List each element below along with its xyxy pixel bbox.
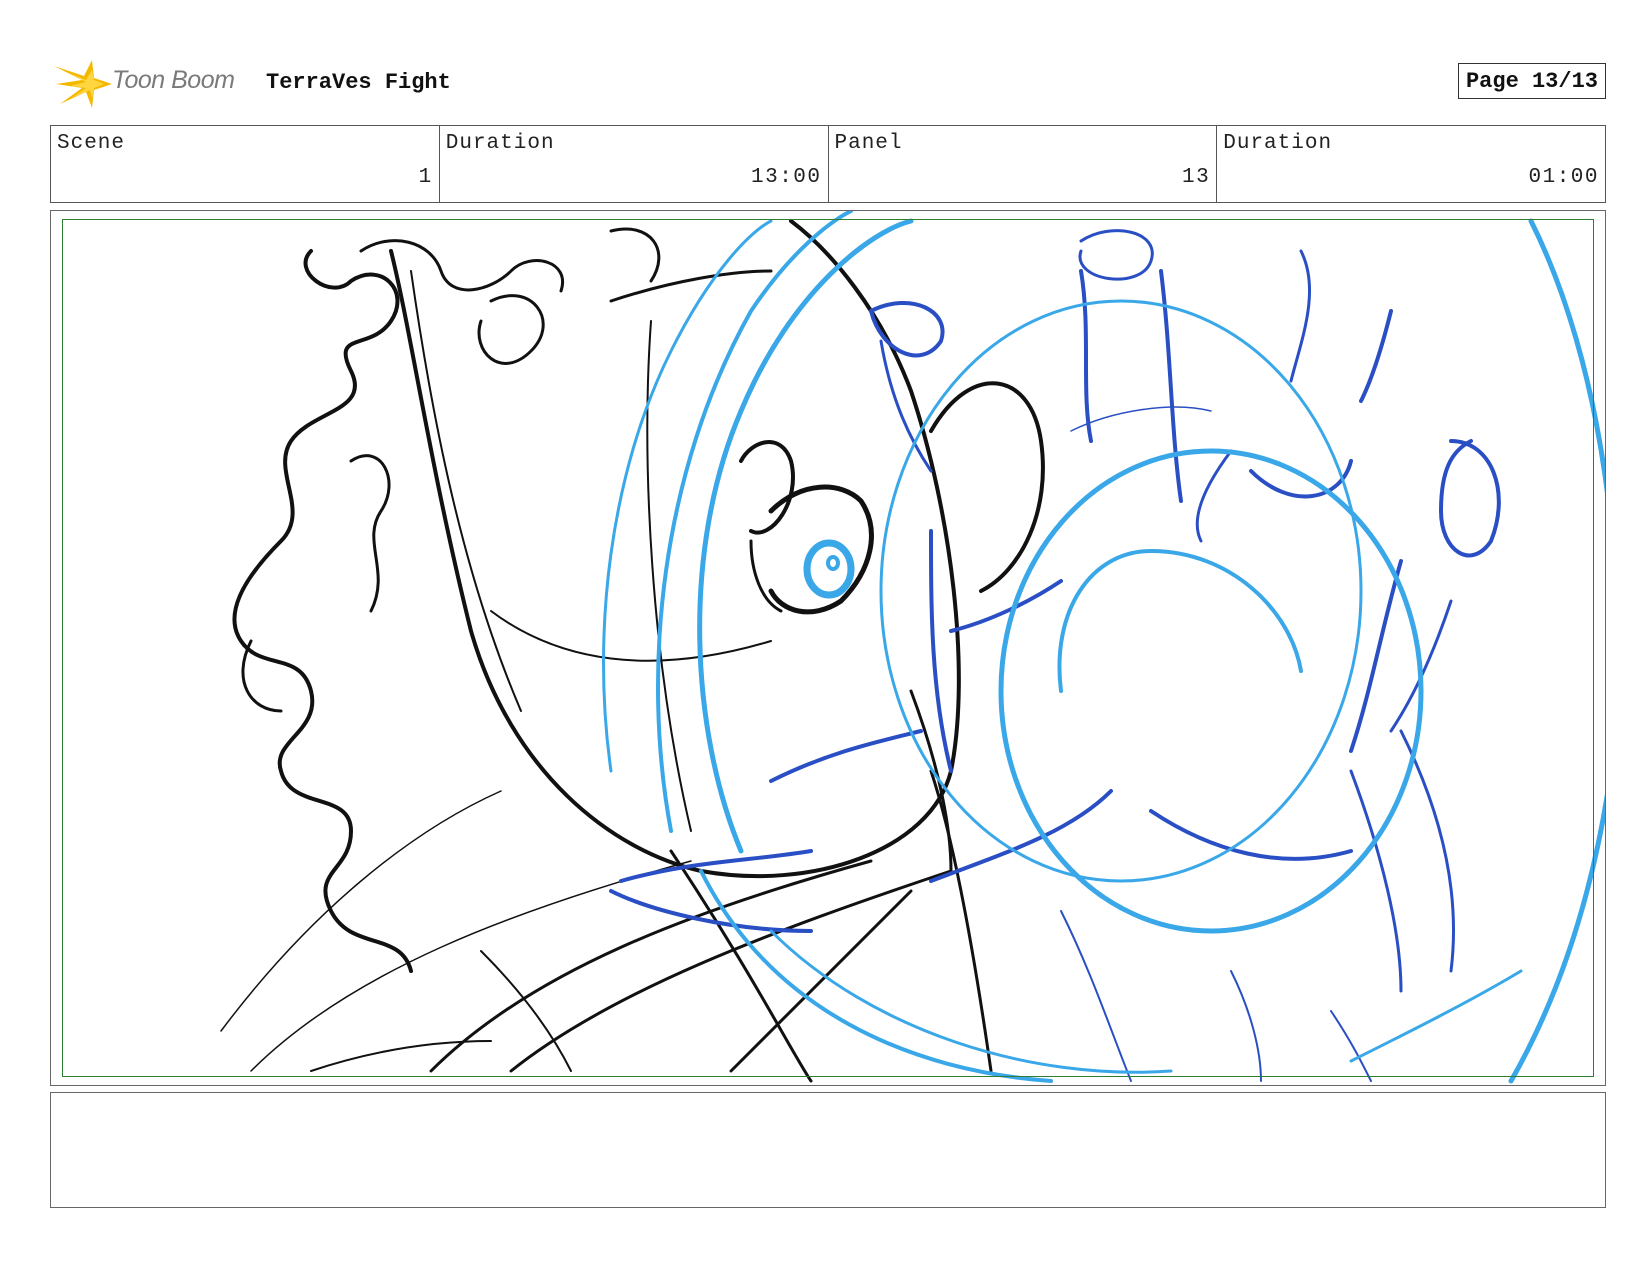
project-title: TerraVes Fight	[266, 70, 451, 95]
caption-box[interactable]	[50, 1092, 1606, 1208]
scene-duration-cell: Duration 13:00	[440, 126, 829, 202]
panel-duration-label: Duration	[1223, 132, 1333, 155]
scene-label: Scene	[57, 132, 126, 155]
toon-boom-logo: Toon Boom	[52, 58, 248, 110]
panel-value: 13	[1182, 166, 1211, 189]
scene-value: 1	[418, 166, 433, 189]
panel-duration-cell: Duration 01:00	[1217, 126, 1605, 202]
panel-label: Panel	[834, 132, 903, 155]
scene-duration-label: Duration	[445, 132, 555, 155]
page-number: Page 13/13	[1465, 69, 1598, 94]
page-number-box: Page 13/13	[1457, 63, 1606, 99]
scene-cell: Scene 1	[51, 126, 440, 202]
logo-text: Toon Boom	[112, 66, 235, 94]
scene-duration-value: 13:00	[750, 166, 822, 189]
panel-cell: Panel 13	[829, 126, 1218, 202]
page-header: Toon Boom TerraVes Fight Page 13/13	[50, 58, 1606, 108]
starburst-logo-icon	[54, 60, 112, 108]
panel-info-table: Scene 1 Duration 13:00 Panel 13 Duration…	[50, 125, 1606, 203]
panel-duration-value: 01:00	[1528, 166, 1599, 189]
safe-area-frame	[62, 219, 1594, 1077]
storyboard-panel	[50, 210, 1606, 1086]
